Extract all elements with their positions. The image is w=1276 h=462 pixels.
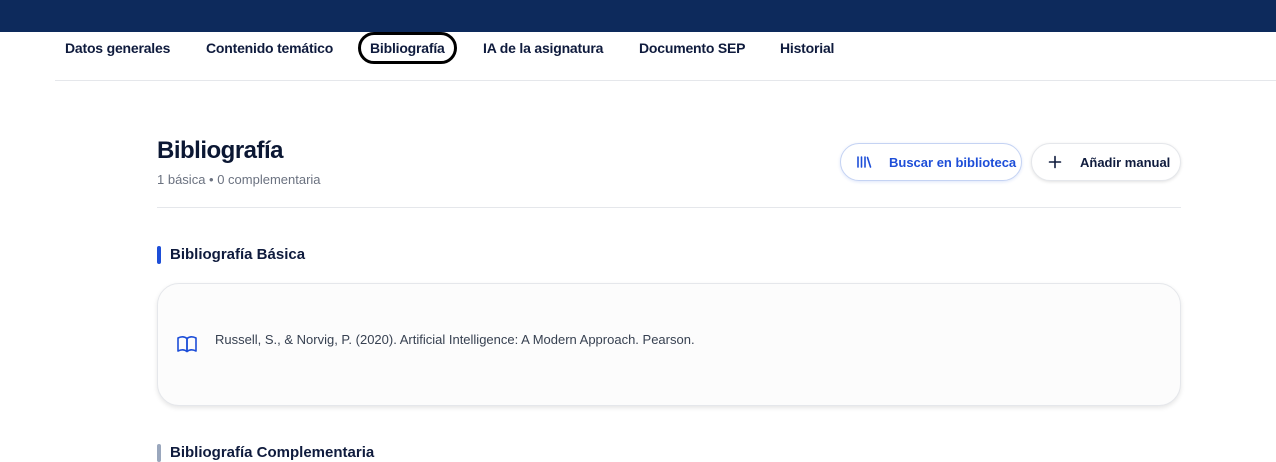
library-icon: [855, 153, 873, 171]
book-open-icon: [176, 333, 198, 355]
bibliography-count: 1 básica • 0 complementaria: [157, 172, 321, 187]
search-library-button[interactable]: Buscar en biblioteca: [840, 143, 1022, 181]
add-manual-button[interactable]: Añadir manual: [1031, 143, 1181, 181]
bibliography-reference: Russell, S., & Norvig, P. (2020). Artifi…: [215, 332, 695, 347]
plus-icon: [1046, 153, 1064, 171]
tab-bibliografia[interactable]: Bibliografía: [358, 32, 457, 64]
add-manual-label: Añadir manual: [1080, 154, 1171, 170]
search-library-label: Buscar en biblioteca: [889, 154, 1017, 170]
header-divider: [157, 207, 1181, 208]
tab-historial[interactable]: Historial: [780, 32, 834, 64]
tab-contenido-tematico[interactable]: Contenido temático: [206, 32, 333, 64]
section-title-basic: Bibliografía Básica: [157, 246, 305, 264]
tab-documento-sep[interactable]: Documento SEP: [639, 32, 746, 64]
tab-datos-generales[interactable]: Datos generales: [65, 32, 170, 64]
tab-bar: Datos generales Contenido temático Bibli…: [55, 32, 1276, 81]
tab-ia-asignatura[interactable]: IA de la asignatura: [483, 32, 603, 64]
page-title: Bibliografía: [157, 137, 284, 164]
top-navigation-bar: [0, 0, 1276, 32]
bibliography-item-card[interactable]: Russell, S., & Norvig, P. (2020). Artifi…: [157, 283, 1181, 406]
section-title-complementary: Bibliografía Complementaria: [157, 444, 374, 462]
